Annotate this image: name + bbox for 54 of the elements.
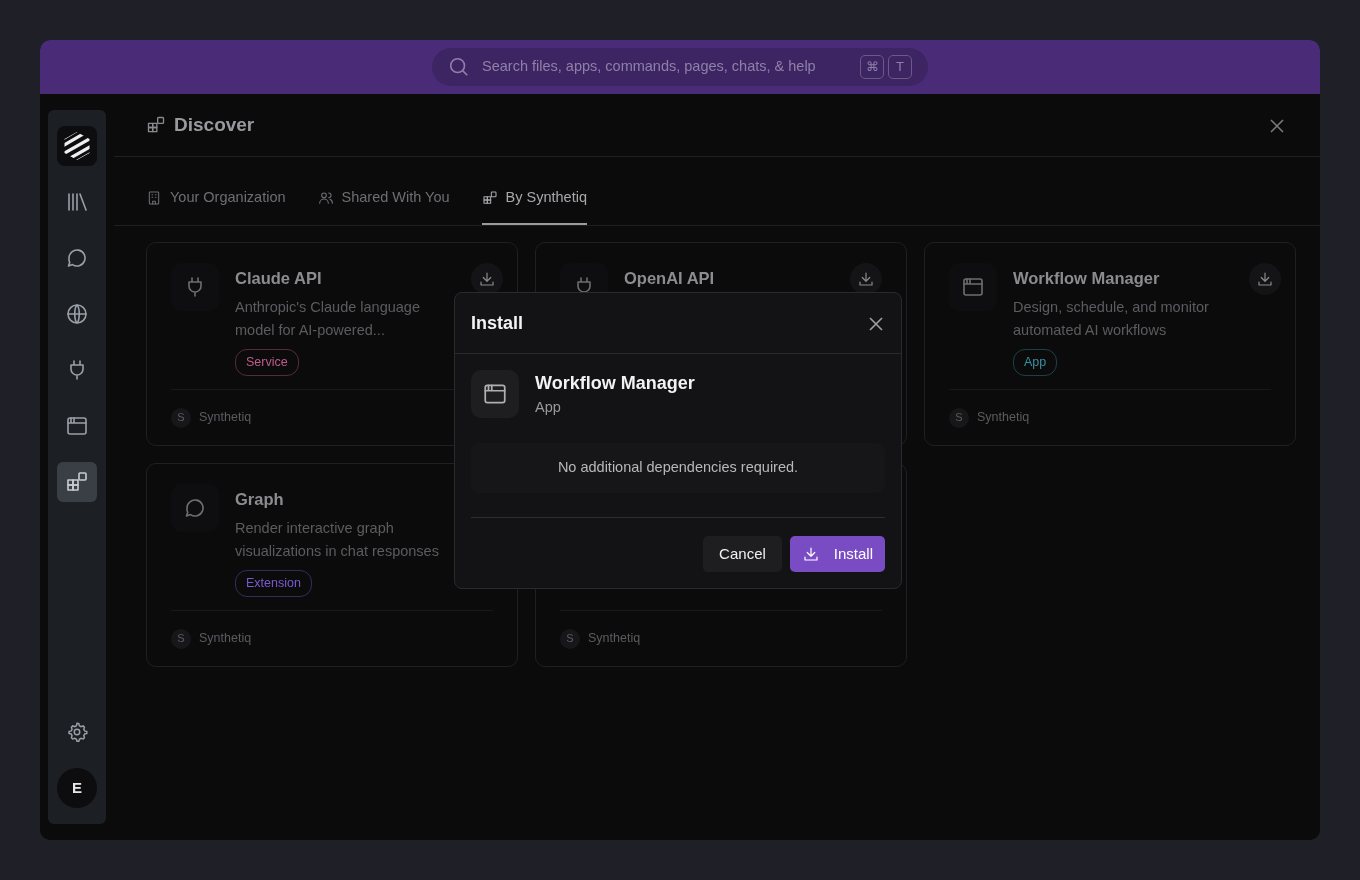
window-icon <box>482 381 508 407</box>
gear-icon <box>66 721 88 743</box>
author-name: Synthetiq <box>588 630 641 648</box>
window-icon <box>65 414 89 438</box>
building-icon <box>146 190 162 207</box>
download-button[interactable] <box>850 263 882 295</box>
dialog-title: Install <box>471 311 523 335</box>
install-button[interactable]: Install <box>789 535 885 572</box>
card-description: Render interactive graph visualizations in chat responses <box>235 518 440 561</box>
sidebar-item[interactable] <box>57 462 97 502</box>
search-icon <box>448 56 470 78</box>
card-title: Workflow Manager <box>1013 268 1161 289</box>
author-name: Synthetiq <box>199 409 252 427</box>
author-avatar: S <box>560 628 580 649</box>
download-button[interactable] <box>1249 263 1281 295</box>
globe-icon <box>65 302 89 326</box>
users-icon <box>317 190 334 207</box>
cancel-button[interactable]: Cancel <box>703 535 782 572</box>
user-avatar[interactable]: E <box>57 768 97 808</box>
blocks-icon <box>481 190 498 207</box>
author-avatar: S <box>171 628 191 649</box>
card-description: Design, schedule, and monitor automated AI workflows <box>1013 297 1210 340</box>
card-description: Anthropic's Claude language model for AI-powered... <box>235 297 421 340</box>
download-button[interactable] <box>471 263 503 295</box>
logo-icon[interactable] <box>57 126 97 166</box>
download-icon <box>1256 270 1274 288</box>
item-type: App <box>535 398 562 417</box>
category-tag: App <box>1013 348 1058 376</box>
tab[interactable]: By Synthetiq <box>481 187 587 225</box>
author-name: Synthetiq <box>977 409 1030 427</box>
blocks-icon <box>146 115 166 135</box>
author-avatar: S <box>171 407 191 428</box>
tab[interactable]: Shared With You <box>317 187 450 225</box>
page-title: Discover <box>174 112 255 137</box>
chat-bubble-icon <box>65 246 89 270</box>
card-title: Claude API <box>235 268 323 289</box>
category-tag: Extension <box>235 569 312 597</box>
item-name: Workflow Manager <box>535 372 695 395</box>
search-field[interactable]: Search files, apps, commands, pages, chats, & help ⌘ T <box>432 48 928 86</box>
card-title: Graph <box>235 489 285 510</box>
shortcut-key: ⌘ <box>860 55 884 79</box>
download-icon <box>478 270 496 288</box>
author-name: Synthetiq <box>199 630 252 648</box>
chat-bubble-icon <box>183 496 207 520</box>
blocks-icon <box>65 470 89 494</box>
download-icon <box>857 270 875 288</box>
card-title: OpenAI API <box>624 268 716 289</box>
shortcut-key: T <box>888 55 912 79</box>
tab[interactable]: Your Organization <box>146 187 286 225</box>
author-avatar: S <box>949 407 969 428</box>
search-placeholder: Search files, apps, commands, pages, chats, & help <box>482 57 817 77</box>
category-tag: Service <box>235 348 299 376</box>
library-icon <box>65 190 89 214</box>
window-icon <box>961 275 985 299</box>
